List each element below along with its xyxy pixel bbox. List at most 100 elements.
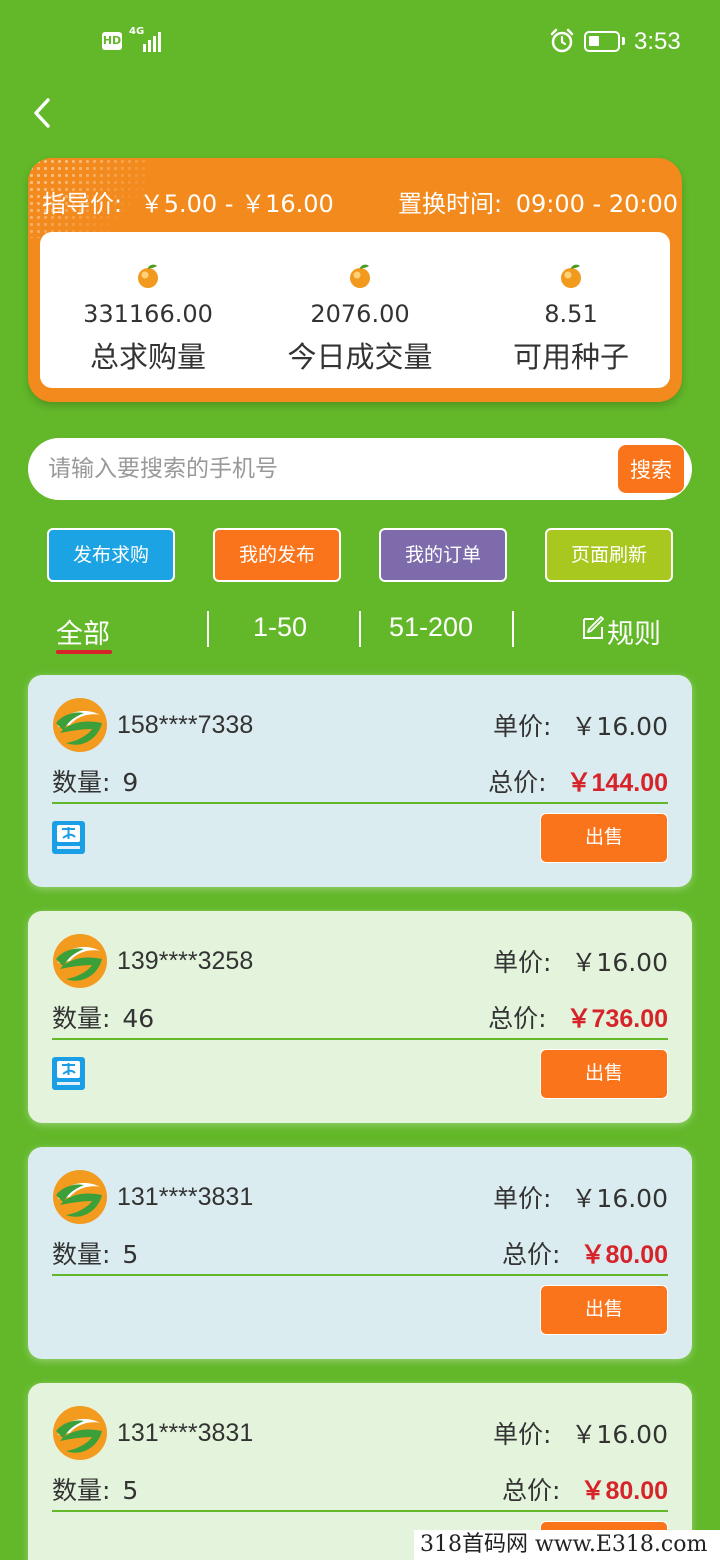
total-price-value: ￥736.00: [566, 1005, 668, 1033]
total-price-label: 总价:: [502, 1240, 561, 1269]
tab-divider: [512, 611, 514, 647]
total-price: 总价: ￥736.00: [488, 999, 668, 1035]
card-divider: [52, 1510, 668, 1512]
search-button[interactable]: 搜索: [618, 445, 684, 493]
tab-rules[interactable]: 规则: [607, 612, 661, 651]
guide-price: 指导价: ￥5.00 - ￥16.00: [42, 184, 334, 219]
app-logo-icon: [53, 1170, 107, 1224]
publish-request-button[interactable]: 发布求购: [47, 528, 175, 582]
stat-value: 331166.00: [83, 300, 213, 328]
unit-price-value: ￥16.00: [571, 1420, 668, 1449]
app-logo-icon: [53, 698, 107, 752]
back-arrow-icon[interactable]: [28, 94, 64, 134]
total-price: 总价: ￥144.00: [488, 763, 668, 799]
hd-icon: HD: [102, 32, 122, 50]
fruit-icon: [138, 264, 158, 288]
guide-price-value: ￥5.00 - ￥16.00: [139, 190, 334, 218]
alipay-icon: [52, 1057, 85, 1090]
signal-icon: [143, 30, 161, 52]
swap-time-label: 置换时间:: [398, 190, 503, 218]
my-orders-button[interactable]: 我的订单: [379, 528, 507, 582]
tab-divider: [359, 611, 361, 647]
phone-search-input[interactable]: [48, 448, 608, 490]
total-price-value: ￥144.00: [566, 769, 668, 797]
quantity-label: 数量:: [52, 1476, 111, 1505]
my-publish-button[interactable]: 我的发布: [213, 528, 341, 582]
guide-price-label: 指导价:: [42, 190, 123, 218]
unit-price-label: 单价:: [493, 948, 552, 977]
total-price-value: ￥80.00: [580, 1477, 668, 1505]
seller-phone: 139****3258: [117, 947, 254, 975]
unit-price-label: 单价:: [493, 1420, 552, 1449]
quantity-value: 46: [122, 1004, 155, 1033]
stat-value: 8.51: [544, 300, 598, 328]
tab-all[interactable]: 全部: [56, 612, 110, 651]
order-card: 158****7338 单价: ￥16.00 数量: 9 总价: ￥144.00…: [28, 675, 692, 887]
seller-phone: 158****7338: [117, 711, 254, 739]
unit-price-label: 单价:: [493, 1184, 552, 1213]
active-tab-indicator: [56, 650, 112, 654]
stat-available-seeds: 8.51 可用种子: [471, 232, 671, 376]
edit-icon[interactable]: [581, 615, 605, 641]
stat-label: 今日成交量: [287, 340, 433, 374]
tab-divider: [207, 611, 209, 647]
alarm-icon: [550, 28, 574, 53]
unit-price-value: ￥16.00: [571, 1184, 668, 1213]
unit-price-value: ￥16.00: [571, 712, 668, 741]
unit-price: 单价: ￥16.00: [493, 943, 668, 979]
unit-price-label: 单价:: [493, 712, 552, 741]
quantity-label: 数量:: [52, 1240, 111, 1269]
unit-price-value: ￥16.00: [571, 948, 668, 977]
stat-today-volume: 2076.00 今日成交量: [260, 232, 460, 376]
tab-range-1-50[interactable]: 1-50: [253, 612, 307, 643]
order-card: 131****3831 单价: ￥16.00 数量: 5 总价: ￥80.00 …: [28, 1147, 692, 1359]
quantity-value: 9: [122, 768, 139, 797]
fruit-icon: [561, 264, 581, 288]
clock: 3:53: [634, 28, 681, 55]
sell-button[interactable]: 出售: [540, 1285, 668, 1335]
app-logo-icon: [53, 934, 107, 988]
order-card: 139****3258 单价: ￥16.00 数量: 46 总价: ￥736.0…: [28, 911, 692, 1123]
total-price: 总价: ￥80.00: [502, 1235, 668, 1271]
quantity: 数量: 5: [52, 1471, 138, 1507]
seller-phone: 131****3831: [117, 1419, 254, 1447]
quantity-value: 5: [122, 1240, 139, 1269]
swap-time-value: 09:00 - 20:00: [515, 190, 678, 218]
fruit-icon: [350, 264, 370, 288]
total-price: 总价: ￥80.00: [502, 1471, 668, 1507]
card-divider: [52, 802, 668, 804]
network-type-icon: 4G: [129, 26, 145, 37]
card-divider: [52, 1274, 668, 1276]
stats-panel: 331166.00 总求购量 2076.00 今日成交量 8.51 可用种子: [40, 232, 670, 388]
quantity: 数量: 46: [52, 999, 154, 1035]
stat-value: 2076.00: [310, 300, 410, 328]
unit-price: 单价: ￥16.00: [493, 1179, 668, 1215]
market-summary-card: 指导价: ￥5.00 - ￥16.00 置换时间: 09:00 - 20:00 …: [28, 158, 682, 402]
sell-button[interactable]: 出售: [540, 1049, 668, 1099]
stat-total-demand: 331166.00 总求购量: [48, 232, 248, 376]
quantity: 数量: 9: [52, 763, 138, 799]
unit-price: 单价: ￥16.00: [493, 707, 668, 743]
quantity: 数量: 5: [52, 1235, 138, 1271]
alipay-icon: [52, 821, 85, 854]
refresh-page-button[interactable]: 页面刷新: [545, 528, 673, 582]
stat-label: 总求购量: [89, 340, 206, 374]
stat-label: 可用种子: [512, 340, 629, 374]
total-price-label: 总价:: [502, 1476, 561, 1505]
app-logo-icon: [53, 1406, 107, 1460]
site-watermark: 318首码网 www.E318.com: [414, 1530, 720, 1560]
quantity-label: 数量:: [52, 768, 111, 797]
sell-button[interactable]: 出售: [540, 813, 668, 863]
quantity-label: 数量:: [52, 1004, 111, 1033]
battery-icon: [584, 31, 625, 52]
seller-phone: 131****3831: [117, 1183, 254, 1211]
total-price-label: 总价:: [488, 1004, 547, 1033]
quantity-value: 5: [122, 1476, 139, 1505]
unit-price: 单价: ￥16.00: [493, 1415, 668, 1451]
status-bar: HD 4G 3:53: [0, 0, 720, 84]
swap-time: 置换时间: 09:00 - 20:00: [398, 184, 678, 219]
total-price-value: ￥80.00: [580, 1241, 668, 1269]
tab-range-51-200[interactable]: 51-200: [389, 612, 473, 643]
total-price-label: 总价:: [488, 768, 547, 797]
card-divider: [52, 1038, 668, 1040]
